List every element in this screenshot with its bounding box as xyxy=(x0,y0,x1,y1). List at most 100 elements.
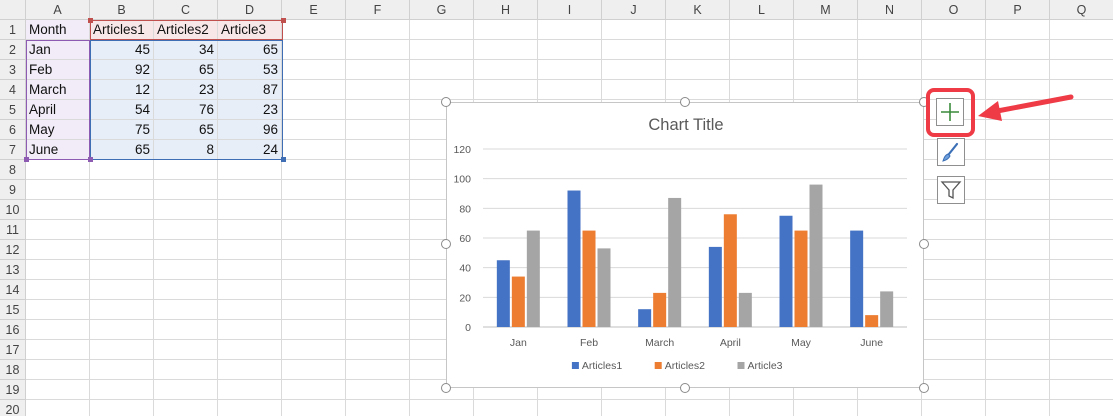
cell-f18[interactable] xyxy=(346,360,410,380)
cell-j3[interactable] xyxy=(602,60,666,80)
cell-o3[interactable] xyxy=(922,60,986,80)
column-header-j[interactable]: J xyxy=(602,0,666,20)
resize-handle-top-left[interactable] xyxy=(441,97,451,107)
cell-q20[interactable] xyxy=(1050,400,1113,416)
range-handle-series-top-right[interactable] xyxy=(281,18,286,23)
cell-d7[interactable]: 24 xyxy=(218,140,282,160)
cell-m4[interactable] xyxy=(794,80,858,100)
cell-h2[interactable] xyxy=(474,40,538,60)
cell-b15[interactable] xyxy=(90,300,154,320)
cell-a16[interactable] xyxy=(26,320,90,340)
cell-o2[interactable] xyxy=(922,40,986,60)
cell-l2[interactable] xyxy=(730,40,794,60)
cell-q14[interactable] xyxy=(1050,280,1113,300)
cell-e17[interactable] xyxy=(282,340,346,360)
cell-q3[interactable] xyxy=(1050,60,1113,80)
cell-e13[interactable] xyxy=(282,260,346,280)
bar-articles1-jan[interactable] xyxy=(496,260,510,327)
cell-e16[interactable] xyxy=(282,320,346,340)
row-header-11[interactable]: 11 xyxy=(0,220,26,240)
cell-e7[interactable] xyxy=(282,140,346,160)
column-header-i[interactable]: I xyxy=(538,0,602,20)
cell-o14[interactable] xyxy=(922,280,986,300)
cell-e12[interactable] xyxy=(282,240,346,260)
cell-b11[interactable] xyxy=(90,220,154,240)
cell-a14[interactable] xyxy=(26,280,90,300)
cell-o16[interactable] xyxy=(922,320,986,340)
bar-articles1-march[interactable] xyxy=(638,309,652,327)
cell-b7[interactable]: 65 xyxy=(90,140,154,160)
cell-e14[interactable] xyxy=(282,280,346,300)
cell-c13[interactable] xyxy=(154,260,218,280)
column-header-p[interactable]: P xyxy=(986,0,1050,20)
row-header-15[interactable]: 15 xyxy=(0,300,26,320)
bar-articles1-feb[interactable] xyxy=(567,190,581,327)
cell-i3[interactable] xyxy=(538,60,602,80)
bar-article3-april[interactable] xyxy=(738,292,752,327)
cell-f8[interactable] xyxy=(346,160,410,180)
cell-f6[interactable] xyxy=(346,120,410,140)
column-header-k[interactable]: K xyxy=(666,0,730,20)
cell-f2[interactable] xyxy=(346,40,410,60)
cell-k20[interactable] xyxy=(666,400,730,416)
cell-f16[interactable] xyxy=(346,320,410,340)
cell-e18[interactable] xyxy=(282,360,346,380)
cell-q17[interactable] xyxy=(1050,340,1113,360)
cell-a12[interactable] xyxy=(26,240,90,260)
cell-k2[interactable] xyxy=(666,40,730,60)
cell-n1[interactable] xyxy=(858,20,922,40)
cell-c9[interactable] xyxy=(154,180,218,200)
cell-e2[interactable] xyxy=(282,40,346,60)
bar-articles1-may[interactable] xyxy=(779,215,793,327)
cell-f9[interactable] xyxy=(346,180,410,200)
cell-b13[interactable] xyxy=(90,260,154,280)
cell-o1[interactable] xyxy=(922,20,986,40)
cell-l4[interactable] xyxy=(730,80,794,100)
cell-p16[interactable] xyxy=(986,320,1050,340)
cell-b18[interactable] xyxy=(90,360,154,380)
cell-p14[interactable] xyxy=(986,280,1050,300)
chart-title[interactable]: Chart Title xyxy=(648,116,723,134)
cell-c20[interactable] xyxy=(154,400,218,416)
row-header-5[interactable]: 5 xyxy=(0,100,26,120)
cell-o17[interactable] xyxy=(922,340,986,360)
cell-l3[interactable] xyxy=(730,60,794,80)
cell-b1[interactable]: Articles1 xyxy=(90,20,154,40)
cell-q13[interactable] xyxy=(1050,260,1113,280)
cell-f3[interactable] xyxy=(346,60,410,80)
cell-p19[interactable] xyxy=(986,380,1050,400)
range-handle-month-bottom-left[interactable] xyxy=(24,157,29,162)
row-header-4[interactable]: 4 xyxy=(0,80,26,100)
cell-d13[interactable] xyxy=(218,260,282,280)
cell-b17[interactable] xyxy=(90,340,154,360)
cell-p20[interactable] xyxy=(986,400,1050,416)
cell-a7[interactable]: June xyxy=(26,140,90,160)
legend-label-article3[interactable]: Article3 xyxy=(748,360,783,372)
cell-d3[interactable]: 53 xyxy=(218,60,282,80)
cell-d5[interactable]: 23 xyxy=(218,100,282,120)
cell-e3[interactable] xyxy=(282,60,346,80)
cell-c1[interactable]: Articles2 xyxy=(154,20,218,40)
range-handle-month-bottom-right[interactable] xyxy=(88,157,93,162)
cell-c8[interactable] xyxy=(154,160,218,180)
cell-f17[interactable] xyxy=(346,340,410,360)
range-handle-series-top-left[interactable] xyxy=(88,18,93,23)
cell-p11[interactable] xyxy=(986,220,1050,240)
cell-d11[interactable] xyxy=(218,220,282,240)
cell-e11[interactable] xyxy=(282,220,346,240)
cell-p9[interactable] xyxy=(986,180,1050,200)
cell-f15[interactable] xyxy=(346,300,410,320)
cell-c18[interactable] xyxy=(154,360,218,380)
legend-label-articles1[interactable]: Articles1 xyxy=(582,360,622,372)
cell-e6[interactable] xyxy=(282,120,346,140)
cell-d1[interactable]: Article3 xyxy=(218,20,282,40)
cell-f11[interactable] xyxy=(346,220,410,240)
cell-a3[interactable]: Feb xyxy=(26,60,90,80)
cell-e1[interactable] xyxy=(282,20,346,40)
cell-e9[interactable] xyxy=(282,180,346,200)
cell-a11[interactable] xyxy=(26,220,90,240)
cell-q7[interactable] xyxy=(1050,140,1113,160)
cell-h20[interactable] xyxy=(474,400,538,416)
cell-q16[interactable] xyxy=(1050,320,1113,340)
cell-p3[interactable] xyxy=(986,60,1050,80)
